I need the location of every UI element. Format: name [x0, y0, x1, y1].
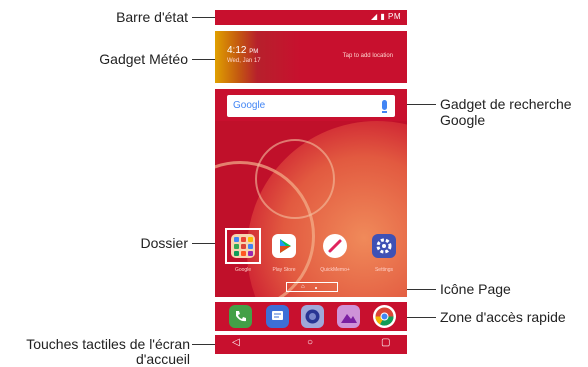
folder-icon[interactable] [231, 234, 255, 258]
folder-highlight[interactable] [225, 228, 261, 264]
app-label-folder: Google [234, 267, 252, 273]
signal-icon: ◢ ▮ [371, 12, 388, 21]
back-button[interactable]: ◁ [232, 337, 240, 348]
weather-hint: Tap to add location [342, 53, 393, 59]
leader-quick-access [404, 317, 436, 318]
label-status-bar: Barre d'état [116, 9, 188, 25]
recents-button[interactable]: ▢ [381, 337, 390, 348]
weather-widget[interactable]: 4:12 PM Wed, Jan 17 Tap to add location [215, 31, 407, 83]
home-button[interactable]: ○ [307, 337, 313, 348]
label-folder: Dossier [140, 235, 188, 251]
app-label-settings: Settings [374, 267, 394, 273]
app-label-quickmemo: QuickMemo+ [320, 267, 350, 273]
app-label-play-store: Play Store [272, 267, 296, 273]
google-search-widget[interactable]: Google [227, 95, 395, 117]
home-page-icon: ⌂ [301, 284, 305, 290]
status-bar-text: ◢ ▮ PM [371, 12, 401, 21]
weather-time: 4:12 PM [227, 45, 259, 56]
settings-icon[interactable] [372, 234, 396, 258]
google-logo: Google [233, 100, 266, 111]
phone-icon[interactable] [229, 305, 252, 328]
weather-date: Wed, Jan 17 [227, 58, 261, 64]
messaging-icon[interactable] [266, 305, 289, 328]
home-touch-buttons: ◁ ○ ▢ [215, 335, 407, 354]
chrome-icon[interactable] [373, 305, 396, 328]
label-google-widget-line2: Google [440, 112, 486, 128]
play-store-icon[interactable] [272, 234, 296, 258]
gallery-icon[interactable] [337, 305, 360, 328]
page-indicator[interactable]: ⌂ [286, 282, 338, 292]
label-page-icon: Icône Page [440, 281, 511, 297]
camera-icon[interactable] [301, 305, 324, 328]
wallpaper-ring-small [255, 139, 335, 219]
label-quick-access: Zone d'accès rapide [440, 309, 566, 325]
status-bar: ◢ ▮ PM [215, 10, 407, 25]
mic-icon-base [382, 111, 387, 113]
home-screen: Google Google Play Store QuickMemo+ Sett… [215, 89, 407, 297]
quick-access-dock [215, 302, 407, 331]
label-home-keys-line1: Touches tactiles de l'écran [26, 336, 190, 352]
label-home-keys-line2: d'accueil [135, 351, 190, 367]
leader-google [404, 104, 436, 105]
quickmemo-icon[interactable] [323, 234, 347, 258]
label-weather-widget: Gadget Météo [99, 51, 188, 67]
mic-icon[interactable] [382, 100, 387, 110]
label-google-widget-line1: Gadget de recherche [440, 96, 572, 112]
page-dot [315, 287, 317, 289]
